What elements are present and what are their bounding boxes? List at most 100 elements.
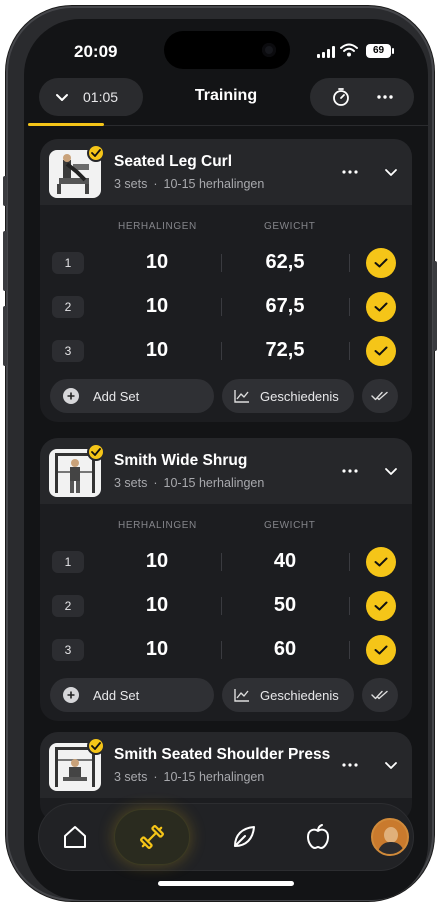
workout-timer-button[interactable]: 01:05 [39, 78, 143, 116]
set-done-check-icon[interactable] [366, 292, 396, 322]
more-icon[interactable] [342, 469, 358, 473]
dynamic-island [164, 31, 290, 69]
exercise-header[interactable]: Seated Leg Curl 3 sets · 10-15 herhalingen [40, 139, 412, 205]
exercise-title: Seated Leg Curl [114, 153, 232, 170]
divider [349, 254, 350, 272]
status-time: 20:09 [74, 42, 118, 61]
set-number[interactable]: 1 [52, 252, 84, 274]
set-number[interactable]: 2 [52, 296, 84, 318]
weight-value[interactable]: 40 [240, 550, 330, 573]
set-row: 1 10 40 [40, 540, 412, 584]
more-icon[interactable] [342, 170, 358, 174]
set-row: 1 10 62,5 [40, 241, 412, 285]
reps-value[interactable]: 10 [112, 339, 202, 362]
exercise-header[interactable]: Smith Wide Shrug 3 sets · 10-15 herhalinge… [40, 438, 412, 504]
screen: 20:09 69 01:05 Training Seated Leg Curl … [24, 19, 428, 900]
history-button[interactable]: Geschiedenis [222, 678, 354, 712]
card-actions: Add Set Geschiedenis [40, 373, 412, 422]
reps-column-header: HERHALINGEN [118, 520, 197, 531]
card-actions: Add Set Geschiedenis [40, 672, 412, 721]
volume-up-button [3, 231, 7, 291]
reps-value[interactable]: 10 [112, 638, 202, 661]
phone-frame: 20:09 69 01:05 Training Seated Leg Curl … [3, 6, 437, 901]
dumbbell-icon[interactable] [122, 804, 182, 870]
set-row: 2 10 50 [40, 584, 412, 628]
profile-tab[interactable] [360, 804, 420, 870]
set-done-check-icon[interactable] [366, 591, 396, 621]
divider [221, 342, 222, 360]
more-icon[interactable] [376, 94, 394, 100]
weight-value[interactable]: 72,5 [240, 339, 330, 362]
avatar [371, 818, 409, 856]
exercise-meta: 3 sets · 10-15 herhalingen [114, 476, 265, 490]
exercise-title: Smith Wide Shrug [114, 452, 248, 469]
plus-icon [63, 388, 79, 404]
column-headers: HERHALINGEN GEWICHT [40, 205, 412, 241]
exercise-title: Smith Seated Shoulder Press [114, 746, 331, 763]
wifi-icon [340, 43, 358, 57]
battery-indicator: 69 [366, 44, 394, 58]
divider [349, 553, 350, 571]
weight-value[interactable]: 50 [240, 594, 330, 617]
set-number[interactable]: 3 [52, 340, 84, 362]
add-set-button[interactable]: Add Set [50, 678, 214, 712]
leaf-icon[interactable] [214, 804, 274, 870]
complete-all-button[interactable] [362, 678, 398, 712]
more-icon[interactable] [342, 763, 358, 767]
exercise-meta: 3 sets · 10-15 herhalingen [114, 177, 265, 191]
chevron-down-icon[interactable] [384, 760, 398, 770]
history-label: Geschiedenis [260, 388, 339, 404]
set-done-check-icon[interactable] [366, 248, 396, 278]
apple-icon[interactable] [288, 804, 348, 870]
set-row: 3 10 60 [40, 628, 412, 672]
divider [349, 342, 350, 360]
add-set-label: Add Set [93, 687, 140, 703]
weight-value[interactable]: 67,5 [240, 295, 330, 318]
add-set-button[interactable]: Add Set [50, 379, 214, 413]
set-number[interactable]: 1 [52, 551, 84, 573]
set-row: 3 10 72,5 [40, 329, 412, 373]
sets-count: 3 sets [114, 177, 148, 191]
set-done-check-icon[interactable] [366, 336, 396, 366]
home-icon[interactable] [45, 804, 105, 870]
header-actions [310, 78, 414, 116]
reps-value[interactable]: 10 [112, 550, 202, 573]
weight-column-header: GEWICHT [264, 520, 316, 531]
complete-all-button[interactable] [362, 379, 398, 413]
weight-value[interactable]: 60 [240, 638, 330, 661]
home-indicator[interactable] [158, 881, 294, 886]
completed-check-icon [87, 737, 105, 755]
set-number[interactable]: 2 [52, 595, 84, 617]
power-button [433, 261, 437, 351]
reps-value[interactable]: 10 [112, 251, 202, 274]
signal-icon [317, 46, 335, 58]
sets-count: 3 sets [114, 770, 148, 784]
stopwatch-icon[interactable] [331, 87, 351, 107]
weight-column-header: GEWICHT [264, 221, 316, 232]
double-check-icon [371, 391, 388, 401]
chevron-down-icon [56, 94, 68, 101]
reps-value[interactable]: 10 [112, 295, 202, 318]
set-done-check-icon[interactable] [366, 635, 396, 665]
chevron-down-icon[interactable] [384, 167, 398, 177]
divider [221, 254, 222, 272]
sets-count: 3 sets [114, 476, 148, 490]
set-number[interactable]: 3 [52, 639, 84, 661]
divider [349, 641, 350, 659]
exercise-card: Seated Leg Curl 3 sets · 10-15 herhalingen… [40, 139, 412, 422]
weight-value[interactable]: 62,5 [240, 251, 330, 274]
completed-check-icon [87, 443, 105, 461]
set-done-check-icon[interactable] [366, 547, 396, 577]
reps-value[interactable]: 10 [112, 594, 202, 617]
workout-timer: 01:05 [83, 89, 119, 105]
exercise-header[interactable]: Smith Seated Shoulder Press 3 sets · 10-15… [40, 732, 412, 798]
divider [221, 298, 222, 316]
double-check-icon [371, 690, 388, 700]
mute-switch [3, 176, 7, 206]
volume-down-button [3, 306, 7, 366]
chart-icon [234, 390, 249, 403]
chevron-down-icon[interactable] [384, 466, 398, 476]
history-button[interactable]: Geschiedenis [222, 379, 354, 413]
exercise-card: Smith Wide Shrug 3 sets · 10-15 herhalinge… [40, 438, 412, 721]
bottom-nav [38, 803, 414, 871]
